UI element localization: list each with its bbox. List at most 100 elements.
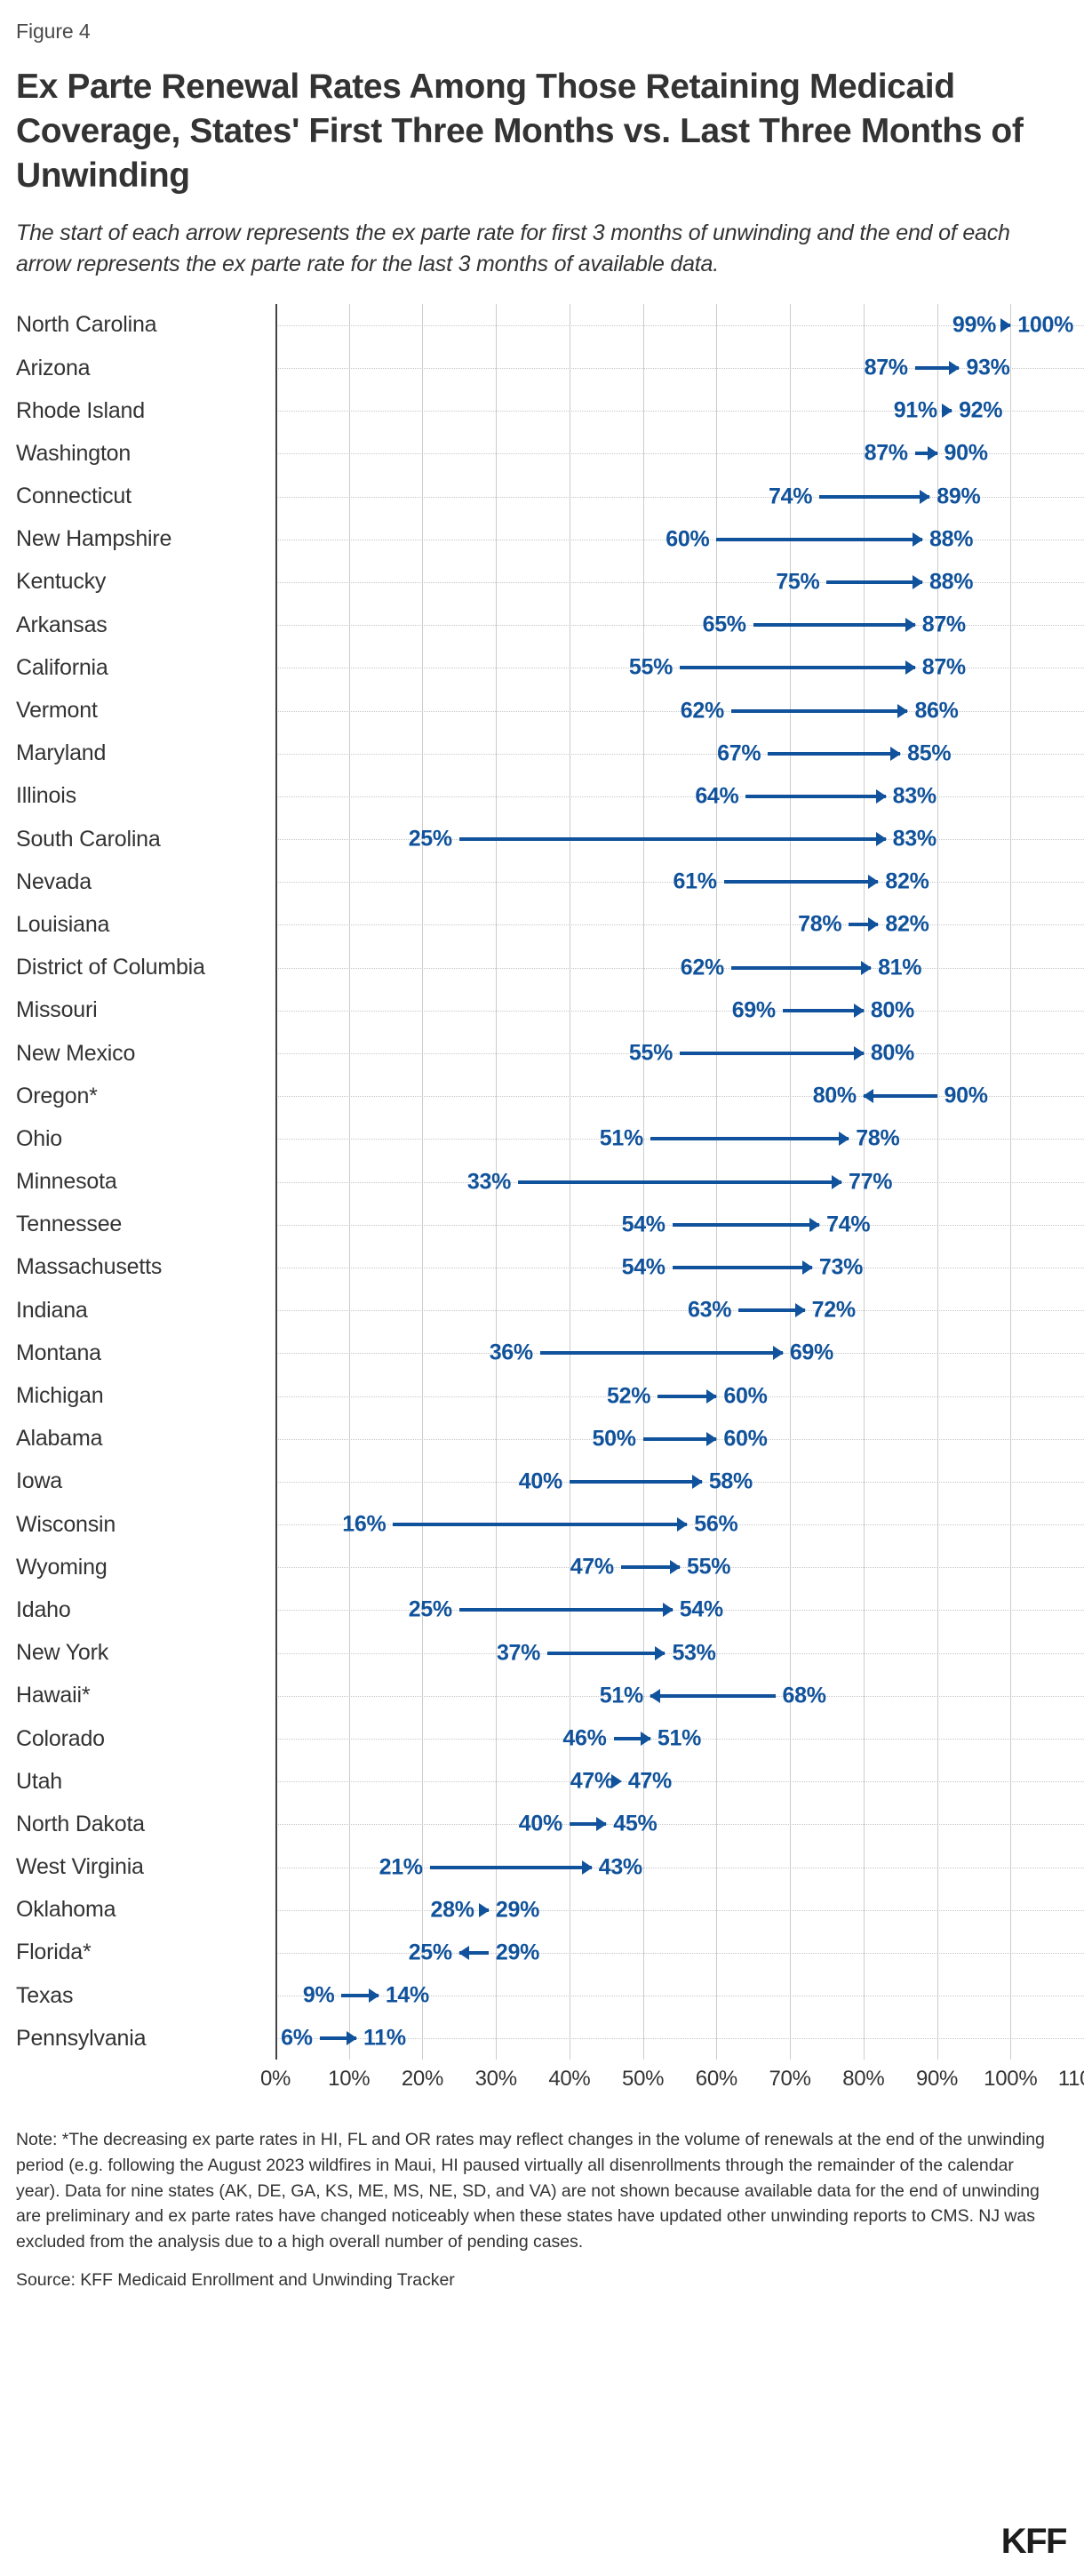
end-value-label: 47% (627, 1768, 672, 1794)
start-value-label: 60% (666, 526, 710, 552)
row-track: 9% 14% (275, 1974, 1084, 2018)
footer: Note: *The decreasing ex parte rates in … (0, 2100, 1084, 2290)
row-track: 69% 80% (275, 988, 1084, 1032)
arrow-head (920, 489, 931, 504)
arrow-head (662, 1603, 674, 1618)
arrow-head (927, 446, 938, 461)
arrow-chart: North Carolina 99% 100% Arizona 87% 93% Rhode … (0, 303, 1084, 2101)
arrow-graphic (275, 1032, 1084, 1075)
arrow-graphic (275, 1204, 1084, 1246)
row-track: 75% 88% (275, 560, 1084, 604)
chart-row: New Hampshire 60% 88% (0, 517, 1084, 561)
start-value-label: 69% (731, 997, 776, 1023)
arrow-head (458, 1945, 469, 1960)
start-value-label: 75% (776, 569, 820, 595)
row-track: 55% 87% (275, 646, 1084, 690)
state-label: Colorado (16, 1725, 105, 1751)
state-label: Montana (16, 1340, 101, 1365)
end-value-label: 74% (826, 1212, 871, 1237)
arrow-shaft (569, 1479, 702, 1484)
arrow-head (905, 618, 916, 633)
row-track: 25% 54% (275, 1588, 1084, 1632)
arrow-graphic (275, 1160, 1084, 1203)
x-tick-label: 70% (769, 2067, 811, 2092)
row-track: 74% 89% (275, 475, 1084, 518)
start-value-label: 61% (673, 868, 717, 894)
row-track: 47% 55% (275, 1546, 1084, 1589)
start-value-label: 99% (952, 312, 996, 338)
arrow-head (853, 1046, 865, 1060)
arrow-head (890, 746, 902, 761)
x-tick-label: 30% (474, 2067, 517, 2092)
chart-row: Minnesota 33% 77% (0, 1160, 1084, 1204)
row-track: 46% 51% (275, 1716, 1084, 1761)
end-value-label: 11% (363, 2025, 406, 2051)
axis-ticks: 0% 10% 20% 30% 40% 50% 60% 70% 80% 90% 100% 110% (260, 2061, 1084, 2100)
arrow-graphic (275, 1803, 1084, 1845)
row-track: 36% 69% (275, 1332, 1084, 1375)
chart-row: Massachusetts 54% 73% (0, 1245, 1084, 1290)
state-label: Oregon* (16, 1083, 98, 1108)
end-value-label: 60% (723, 1426, 768, 1452)
start-value-label: 47% (570, 1768, 614, 1794)
arrow-shaft (716, 537, 922, 541)
start-value-label: 68% (782, 1683, 826, 1708)
arrow-head (853, 1003, 865, 1018)
arrow-shaft (745, 794, 886, 798)
chart-row: Connecticut 74% 89% (0, 475, 1084, 518)
chart-row: District of Columbia 62% 81% (0, 946, 1084, 989)
start-value-label: 16% (342, 1511, 387, 1537)
row-track: 40% 45% (275, 1803, 1084, 1846)
row-track: 62% 86% (275, 689, 1084, 732)
plot-area: North Carolina 99% 100% Arizona 87% 93% Rhode … (0, 303, 1084, 2101)
row-track: 87% 90% (275, 432, 1084, 476)
start-value-label: 62% (680, 698, 724, 723)
arrow-graphic (275, 1546, 1084, 1588)
end-value-label: 92% (959, 397, 1003, 423)
row-track: 64% 83% (275, 774, 1084, 818)
arrow-shaft (782, 1008, 864, 1012)
state-label: Hawaii* (16, 1683, 91, 1708)
start-value-label: 91% (893, 397, 937, 423)
end-value-label: 43% (598, 1854, 642, 1880)
chart-row: Florida* 29% 25% (0, 1931, 1084, 1975)
state-label: Indiana (16, 1297, 88, 1323)
end-value-label: 53% (672, 1640, 716, 1666)
arrow-head (691, 1474, 703, 1489)
start-value-label: 25% (408, 1596, 452, 1622)
row-track: 50% 60% (275, 1417, 1084, 1460)
arrow-head (640, 1732, 651, 1746)
start-value-label: 78% (798, 911, 842, 937)
end-value-label: 80% (812, 1083, 857, 1108)
state-label: New York (16, 1640, 109, 1666)
row-track: 21% 43% (275, 1845, 1084, 1889)
state-label: North Dakota (16, 1811, 145, 1836)
arrow-head (875, 832, 887, 847)
end-value-label: 86% (914, 698, 959, 723)
x-tick-label: 20% (401, 2067, 444, 2092)
row-track: 61% 82% (275, 860, 1084, 904)
chart-row: Vermont 62% 86% (0, 689, 1084, 732)
arrow-head (347, 2031, 357, 2046)
chart-row: North Dakota 40% 45% (0, 1803, 1084, 1846)
arrow-shaft (429, 1865, 592, 1869)
state-label: Rhode Island (16, 397, 145, 423)
chart-row: Tennessee 54% 74% (0, 1203, 1084, 1246)
arrow-graphic (275, 1374, 1084, 1417)
end-value-label: 83% (892, 826, 937, 852)
end-value-label: 29% (495, 1897, 540, 1923)
x-tick-label: 90% (915, 2067, 959, 2092)
chart-row: Illinois 64% 83% (0, 774, 1084, 818)
state-label: Alabama (16, 1426, 103, 1452)
end-value-label: 80% (870, 997, 914, 1023)
state-label: Tennessee (16, 1212, 123, 1237)
start-value-label: 65% (702, 612, 746, 637)
arrow-graphic (275, 1289, 1084, 1332)
arrow-shaft (819, 494, 930, 499)
chart-row: North Carolina 99% 100% (0, 303, 1084, 347)
start-value-label: 25% (408, 826, 452, 852)
chart-row: Wisconsin 16% 56% (0, 1502, 1084, 1547)
chart-row: Kentucky 75% 88% (0, 560, 1084, 604)
chart-row: Colorado 46% 51% (0, 1716, 1084, 1761)
end-value-label: 56% (694, 1511, 738, 1537)
